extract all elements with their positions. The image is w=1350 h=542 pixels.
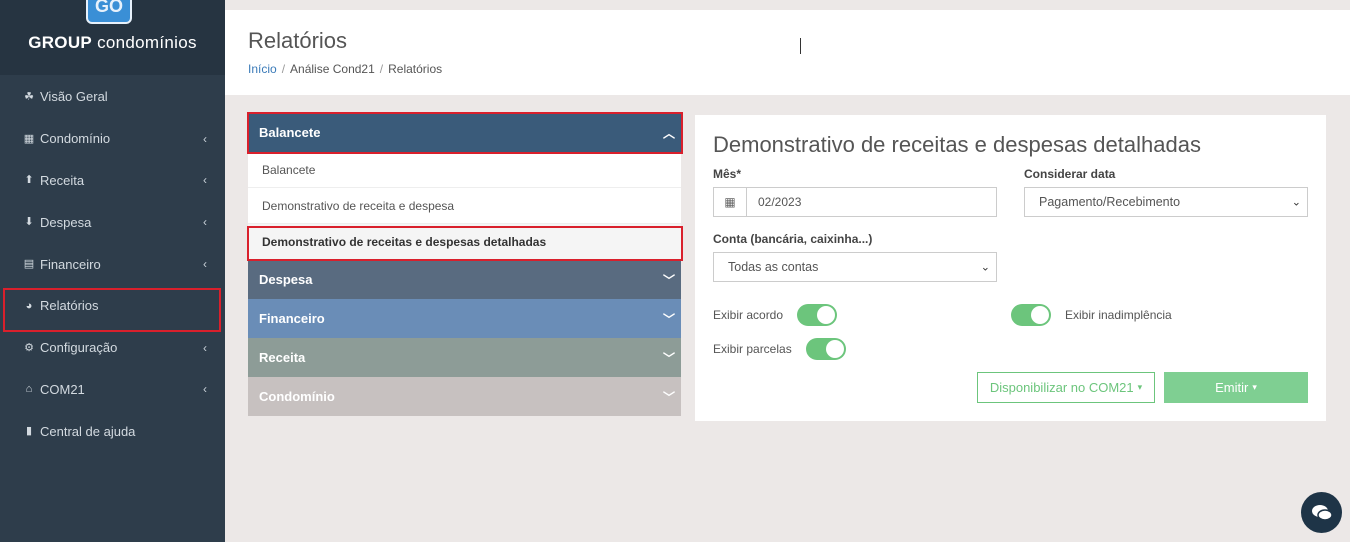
caret-down-icon: ▾ [1137, 382, 1143, 392]
toggle-row-parcelas: Exibir parcelas [713, 338, 846, 360]
toggle-row-acordo: Exibir acordo [713, 304, 838, 326]
acordo-toggle[interactable] [797, 304, 838, 326]
calculator-icon: ▤ [23, 258, 35, 271]
chat-icon [1311, 504, 1333, 521]
accordion-head-label: Despesa [259, 272, 313, 287]
brand-name: GROUP condomínios [0, 33, 225, 53]
text-cursor [800, 38, 801, 54]
caret-down-icon: ▾ [1252, 382, 1257, 392]
chevron-down-icon: ⌄ [1291, 196, 1301, 209]
brand-name-light: condomínios [97, 33, 197, 52]
considerar-data-label: Considerar data [1024, 167, 1116, 181]
accordion-head-label: Receita [259, 350, 306, 365]
chat-support-button[interactable] [1301, 492, 1342, 533]
conta-select[interactable]: Todas as contas ⌄ [713, 252, 997, 282]
sidebar-item-label: COM21 [40, 381, 85, 397]
parcelas-label: Exibir parcelas [713, 342, 792, 356]
chevron-down-icon: ﹀ [662, 273, 675, 287]
brand-logo: GO [86, 0, 132, 24]
highlight-detalhado [247, 226, 683, 261]
page-title: Relatórios [248, 28, 348, 53]
breadcrumb-separator: / [281, 62, 286, 76]
sidebar-item-label: Despesa [40, 214, 92, 230]
chevron-left-icon: ‹ [203, 215, 207, 230]
tachometer-icon: ☘ [24, 90, 34, 103]
considerar-data-select[interactable]: Pagamento/Recebimento ⌄ [1024, 187, 1308, 217]
top-strip [225, 0, 1350, 10]
book-icon: ▮ [25, 425, 33, 438]
chevron-left-icon: ‹ [203, 131, 207, 146]
conta-value: Todas as contas [728, 260, 819, 274]
sidebar-item-label: Condomínio [40, 131, 111, 147]
accordion-head-condominio[interactable]: Condomínio ﹀ [248, 377, 681, 416]
brand-name-bold: GROUP [28, 33, 93, 52]
brand: GO GROUP condomínios [0, 0, 225, 75]
sidebar-item-central-ajuda[interactable]: ▮ Central de ajuda [0, 410, 225, 452]
inadimplencia-label: Exibir inadimplência [1065, 308, 1172, 322]
breadcrumb-inicio[interactable]: Início [248, 62, 277, 76]
mes-label: Mês* [713, 167, 742, 181]
chevron-down-icon: ﹀ [662, 390, 675, 404]
home-icon: ⌂ [25, 383, 33, 396]
chevron-down-icon: ﹀ [662, 351, 675, 365]
chevron-left-icon: ‹ [203, 173, 207, 188]
emitir-button[interactable]: Emitir ▾ [1164, 372, 1308, 403]
accordion-head-label: Condomínio [259, 389, 335, 404]
sidebar-menu: ☘ Visão Geral ▦ Condomínio ‹ ⬆ Receita ‹ ⬇ Des… [0, 76, 225, 452]
mes-input[interactable]: 02/2023 [746, 187, 997, 217]
acordo-label: Exibir acordo [713, 308, 784, 322]
sidebar-item-condominio[interactable]: ▦ Condomínio ‹ [0, 118, 225, 160]
inadimplencia-toggle[interactable] [1011, 304, 1051, 326]
sidebar-item-label: Financeiro [40, 256, 101, 272]
highlight-relatorios [3, 288, 221, 332]
accordion-head-despesa[interactable]: Despesa ﹀ [248, 260, 681, 299]
calendar-icon[interactable]: ▦ [713, 187, 746, 217]
breadcrumb-relatorios: Relatórios [388, 62, 443, 76]
report-item-balancete[interactable]: Balancete [248, 152, 681, 188]
accordion-head-label: Financeiro [259, 311, 325, 326]
report-form-panel: Demonstrativo de receitas e despesas det… [695, 115, 1326, 421]
highlight-balancete [247, 112, 683, 154]
chevron-left-icon: ‹ [203, 382, 207, 397]
report-accordion: Balancete ︿ Balancete Demonstrativo de re… [248, 113, 681, 416]
chevron-left-icon: ‹ [203, 257, 207, 272]
chevron-down-icon: ⌄ [980, 261, 990, 274]
sidebar-item-visao-geral[interactable]: ☘ Visão Geral [0, 76, 225, 118]
building-icon: ▦ [23, 132, 35, 145]
report-title: Demonstrativo de receitas e despesas det… [713, 132, 1201, 157]
parcelas-toggle[interactable] [805, 338, 846, 360]
gear-icon: ⚙ [24, 341, 34, 354]
sidebar-item-despesa[interactable]: ⬇ Despesa ‹ [0, 201, 225, 243]
breadcrumb-analise: Análise Cond21 [290, 62, 375, 76]
page-header: Relatórios Início / Análise Cond21 / Relatór… [225, 10, 1350, 95]
toggle-row-inadimplencia: Exibir inadimplência [1011, 304, 1172, 326]
arrow-circle-down-icon: ⬇ [24, 216, 34, 229]
sidebar-item-label: Configuração [40, 340, 118, 356]
breadcrumb-separator: / [379, 62, 384, 76]
sidebar-item-label: Central de ajuda [40, 423, 136, 439]
report-item-demonstrativo-receita-despesa[interactable]: Demonstrativo de receita e despesa [248, 188, 681, 224]
arrow-circle-up-icon: ⬆ [24, 174, 34, 187]
brand-logo-text: GO [94, 0, 123, 16]
accordion-head-receita[interactable]: Receita ﹀ [248, 338, 681, 377]
sidebar-item-receita[interactable]: ⬆ Receita ‹ [0, 160, 225, 202]
disponibilizar-label: Disponibilizar no COM21 [989, 380, 1134, 395]
mes-input-group: ▦ 02/2023 [713, 187, 997, 217]
conta-label: Conta (bancária, caixinha...) [713, 232, 873, 246]
sidebar-item-label: Visão Geral [40, 89, 108, 105]
chevron-down-icon: ﹀ [662, 312, 675, 326]
sidebar-item-com21[interactable]: ⌂ COM21 ‹ [0, 369, 225, 411]
disponibilizar-com21-button[interactable]: Disponibilizar no COM21 ▾ [977, 372, 1155, 403]
emitir-label: Emitir [1215, 380, 1249, 395]
sidebar-item-configuracao[interactable]: ⚙ Configuração ‹ [0, 327, 225, 369]
breadcrumb: Início / Análise Cond21 / Relatórios [248, 62, 442, 76]
sidebar-item-label: Receita [40, 172, 85, 188]
accordion-head-financeiro[interactable]: Financeiro ﹀ [248, 299, 681, 338]
chevron-left-icon: ‹ [203, 340, 207, 355]
considerar-data-value: Pagamento/Recebimento [1039, 195, 1181, 209]
sidebar-item-financeiro[interactable]: ▤ Financeiro ‹ [0, 243, 225, 285]
sidebar: GO GROUP condomínios ☘ Visão Geral ▦ Condo… [0, 0, 225, 542]
